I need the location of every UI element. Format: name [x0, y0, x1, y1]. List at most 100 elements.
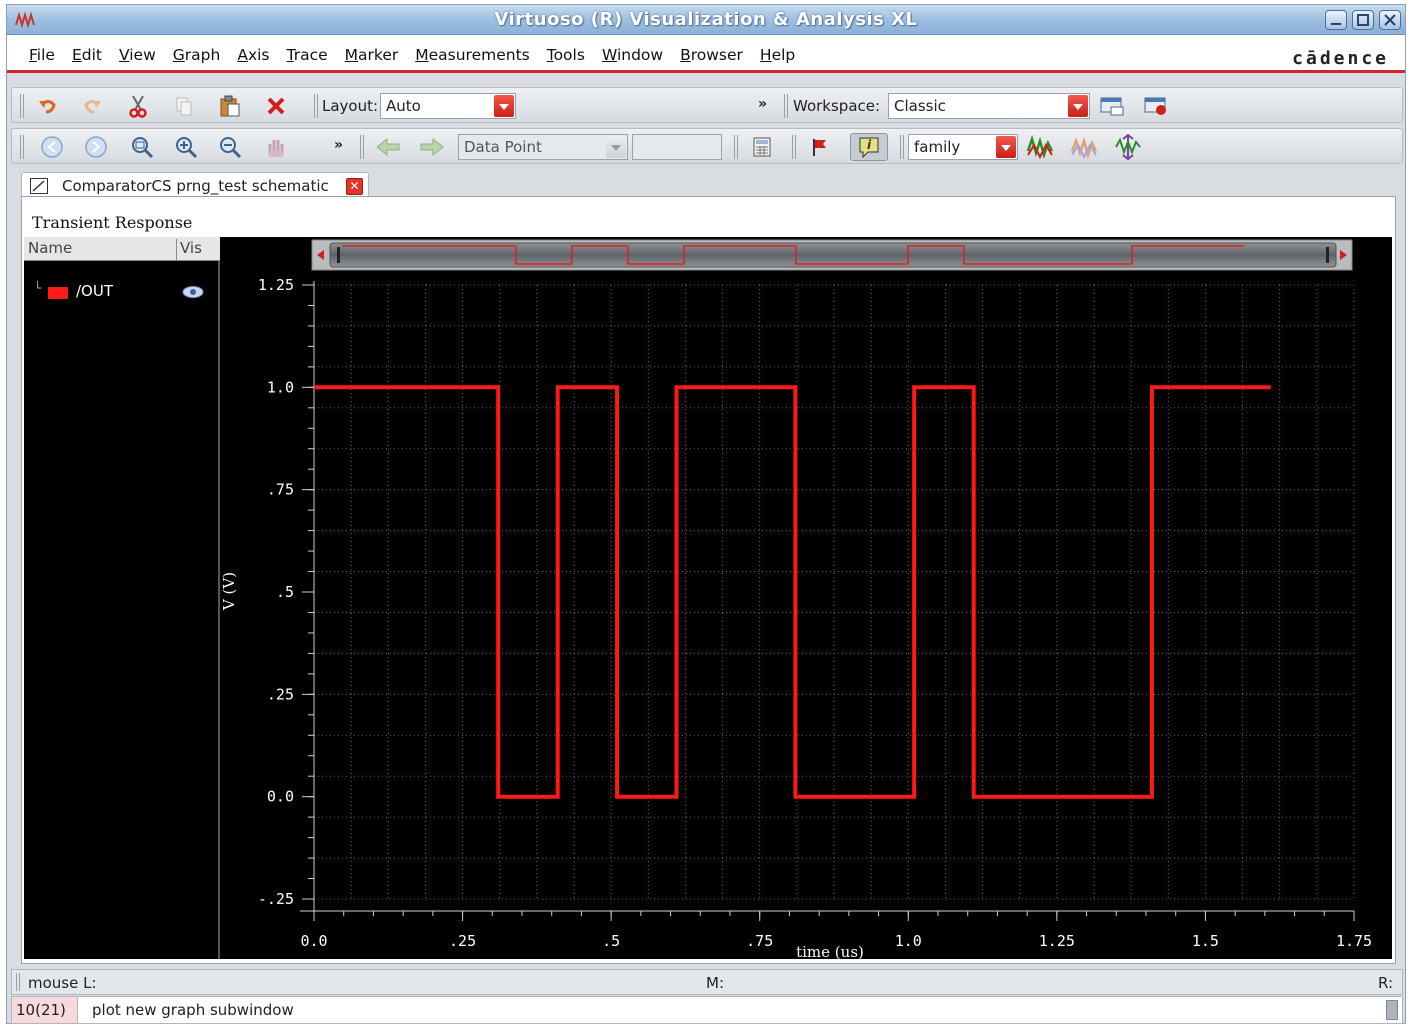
trace-out[interactable] — [314, 385, 1271, 799]
paste-icon[interactable] — [216, 92, 244, 120]
redo-icon[interactable] — [78, 92, 106, 120]
x-tick-label: .5 — [602, 932, 620, 950]
delete-icon[interactable] — [262, 92, 290, 120]
menu-bar: File Edit View Graph Axis Trace Marker M… — [7, 35, 1405, 73]
legend-row-out[interactable]: └ /OUT — [24, 281, 220, 303]
menu-trace[interactable]: Trace — [287, 46, 328, 64]
overview-left-handle[interactable] — [337, 247, 340, 263]
maximize-button[interactable] — [1352, 10, 1374, 30]
chevron-down-icon[interactable] — [996, 136, 1016, 158]
arrow-right-icon[interactable] — [418, 133, 446, 161]
mouse-right-binding: R: — [1378, 974, 1394, 992]
close-icon — [1384, 14, 1396, 26]
menu-marker[interactable]: Marker — [345, 46, 399, 64]
overview-right-handle[interactable] — [1326, 247, 1329, 263]
overview-scrollbar[interactable] — [311, 239, 1353, 271]
cadence-logo: cādence — [1292, 48, 1389, 69]
minimize-button[interactable] — [1325, 10, 1347, 30]
waveform-plot[interactable]: 0.0 .25 .5 .75 1.0 1.25 1.5 1.75 -.25 0.0 .25 .5 .75… — [220, 237, 1392, 959]
marker-value-input[interactable] — [632, 134, 722, 160]
chevron-down-icon[interactable] — [494, 95, 514, 117]
menu-window[interactable]: Window — [602, 46, 663, 64]
pan-icon[interactable] — [262, 133, 290, 161]
menu-file[interactable]: File — [29, 46, 55, 64]
application-window: Virtuoso (R) Visualization & Analysis XL… — [6, 4, 1406, 1024]
load-workspace-icon[interactable] — [1142, 92, 1170, 120]
marker-type-select[interactable]: Data Point — [458, 134, 628, 160]
window-title: Virtuoso (R) Visualization & Analysis XL — [494, 9, 918, 30]
workspace-label: Workspace: — [793, 97, 881, 115]
save-workspace-icon[interactable] — [1098, 92, 1126, 120]
zoom-fit-icon[interactable] — [128, 133, 156, 161]
trace-legend-panel: Name Vis └ /OUT — [24, 237, 220, 959]
eye-icon[interactable] — [182, 285, 204, 303]
graph-subwindow: Transient Response Name Vis └ /OUT 0.0 .… — [21, 196, 1396, 964]
copy-icon[interactable] — [170, 92, 198, 120]
legend-header-name[interactable]: Name — [28, 239, 72, 257]
toolbar-grip[interactable] — [20, 94, 26, 118]
graph-toolbar: » Data Point i family — [11, 128, 1403, 164]
toolbar-overflow-chevron[interactable]: » — [758, 96, 767, 112]
waveform-style-icon[interactable] — [1070, 133, 1098, 161]
menu-browser[interactable]: Browser — [680, 46, 743, 64]
legend-header: Name Vis — [24, 237, 220, 261]
toolbar-grip[interactable] — [792, 135, 798, 159]
x-tick-label: 1.75 — [1336, 932, 1372, 950]
menu-axis[interactable]: Axis — [237, 46, 269, 64]
info-button[interactable]: i — [850, 133, 888, 161]
chevron-down-icon[interactable] — [1068, 95, 1088, 117]
menu-tools[interactable]: Tools — [547, 46, 585, 64]
mouse-middle-binding: M: — [706, 974, 724, 992]
y-tick-label: .25 — [267, 685, 294, 703]
zoom-next-icon[interactable] — [82, 133, 110, 161]
menu-view[interactable]: View — [119, 46, 156, 64]
close-button[interactable] — [1379, 10, 1401, 30]
marker-flag-icon[interactable] — [806, 133, 834, 161]
zoom-in-icon[interactable] — [172, 133, 200, 161]
family-select-value: family — [914, 138, 961, 156]
x-tick-label: 1.25 — [1039, 932, 1075, 950]
command-scrollbar[interactable] — [1386, 1000, 1398, 1020]
statusbar-grip[interactable] — [16, 973, 22, 991]
layout-select[interactable]: Auto — [380, 93, 516, 119]
undo-icon[interactable] — [34, 92, 62, 120]
y-tick-label: -.25 — [258, 890, 294, 908]
tab-close-icon[interactable]: ✕ — [346, 178, 363, 195]
minimize-icon — [1331, 23, 1341, 25]
x-tick-label: .75 — [746, 932, 773, 950]
trace-color-swatch[interactable] — [48, 287, 68, 299]
workspace-select[interactable]: Classic — [888, 93, 1090, 119]
legend-header-vis[interactable]: Vis — [176, 239, 202, 261]
menu-edit[interactable]: Edit — [72, 46, 102, 64]
split-strips-icon[interactable] — [1114, 133, 1142, 161]
toolbar-overflow-chevron[interactable]: » — [334, 137, 343, 153]
info-icon: i — [859, 137, 879, 159]
menu-graph[interactable]: Graph — [173, 46, 221, 64]
graph-window-icon — [30, 178, 48, 194]
toolbar-grip[interactable] — [734, 135, 740, 159]
menu-list: File Edit View Graph Axis Trace Marker M… — [29, 46, 812, 64]
command-message: plot new graph subwindow — [92, 1001, 294, 1019]
family-select[interactable]: family — [908, 134, 1018, 160]
layout-label: Layout: — [322, 97, 379, 115]
toolbar-grip[interactable] — [900, 135, 906, 159]
plot-axes — [300, 281, 1354, 912]
menu-help[interactable]: Help — [760, 46, 795, 64]
arrow-left-icon[interactable] — [374, 133, 402, 161]
toolbar-grip[interactable] — [20, 135, 26, 159]
zoom-out-icon[interactable] — [216, 133, 244, 161]
layout-select-value: Auto — [386, 97, 421, 115]
cut-icon[interactable] — [124, 92, 152, 120]
chevron-down-icon[interactable] — [606, 136, 626, 158]
x-tick-label: .25 — [449, 932, 476, 950]
menu-measurements[interactable]: Measurements — [415, 46, 530, 64]
toolbar-grip[interactable] — [360, 135, 366, 159]
calculator-icon[interactable] — [748, 133, 776, 161]
toolbar-grip[interactable] — [314, 94, 320, 118]
tab-comparatorcs-schematic[interactable]: ComparatorCS prng_test schematic ✕ — [21, 172, 369, 198]
waveform-color-icon[interactable] — [1026, 133, 1054, 161]
zoom-previous-icon[interactable] — [38, 133, 66, 161]
command-count: 10(21) — [12, 997, 78, 1023]
trace-layer — [314, 385, 1271, 799]
toolbar-grip[interactable] — [784, 94, 790, 118]
